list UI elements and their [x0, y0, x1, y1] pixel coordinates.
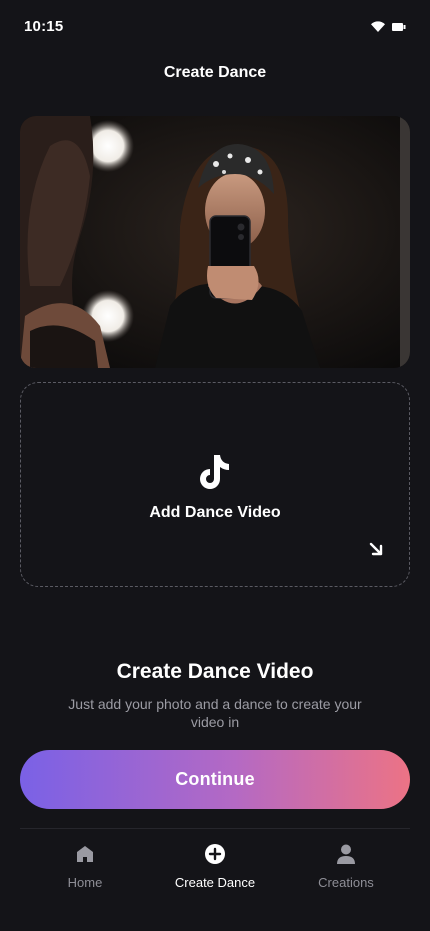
home-icon [77, 846, 93, 862]
plus-circle-icon [205, 844, 225, 864]
add-dance-video-label: Add Dance Video [149, 504, 281, 521]
status-time: 10:15 [24, 17, 64, 35]
page-title: Create Dance [163, 64, 267, 81]
tab-create-dance[interactable]: Create Dance [150, 829, 280, 909]
photo-preview[interactable] [20, 116, 410, 368]
tab-create-dance-label: Create Dance [174, 875, 256, 890]
status-bar: 10:15 [0, 0, 430, 52]
tab-bar: Home Create Dance Creations [0, 829, 430, 931]
tab-creations[interactable]: Creations [281, 829, 411, 909]
add-dance-video-area[interactable]: Add Dance Video [20, 382, 410, 587]
user-icon [337, 844, 355, 864]
section-title: Create Dance Video [116, 660, 314, 683]
tiktok-icon [200, 455, 229, 489]
battery-icon [392, 22, 406, 31]
continue-button[interactable]: Continue [20, 750, 410, 809]
wifi-icon [371, 20, 385, 32]
tab-home[interactable]: Home [20, 829, 150, 909]
status-icons [371, 20, 406, 32]
tab-home-label: Home [67, 875, 103, 890]
arrow-down-right-icon [369, 542, 383, 556]
section-description: Just add your photo and a dance to creat… [68, 696, 362, 730]
tab-creations-label: Creations [318, 875, 374, 890]
